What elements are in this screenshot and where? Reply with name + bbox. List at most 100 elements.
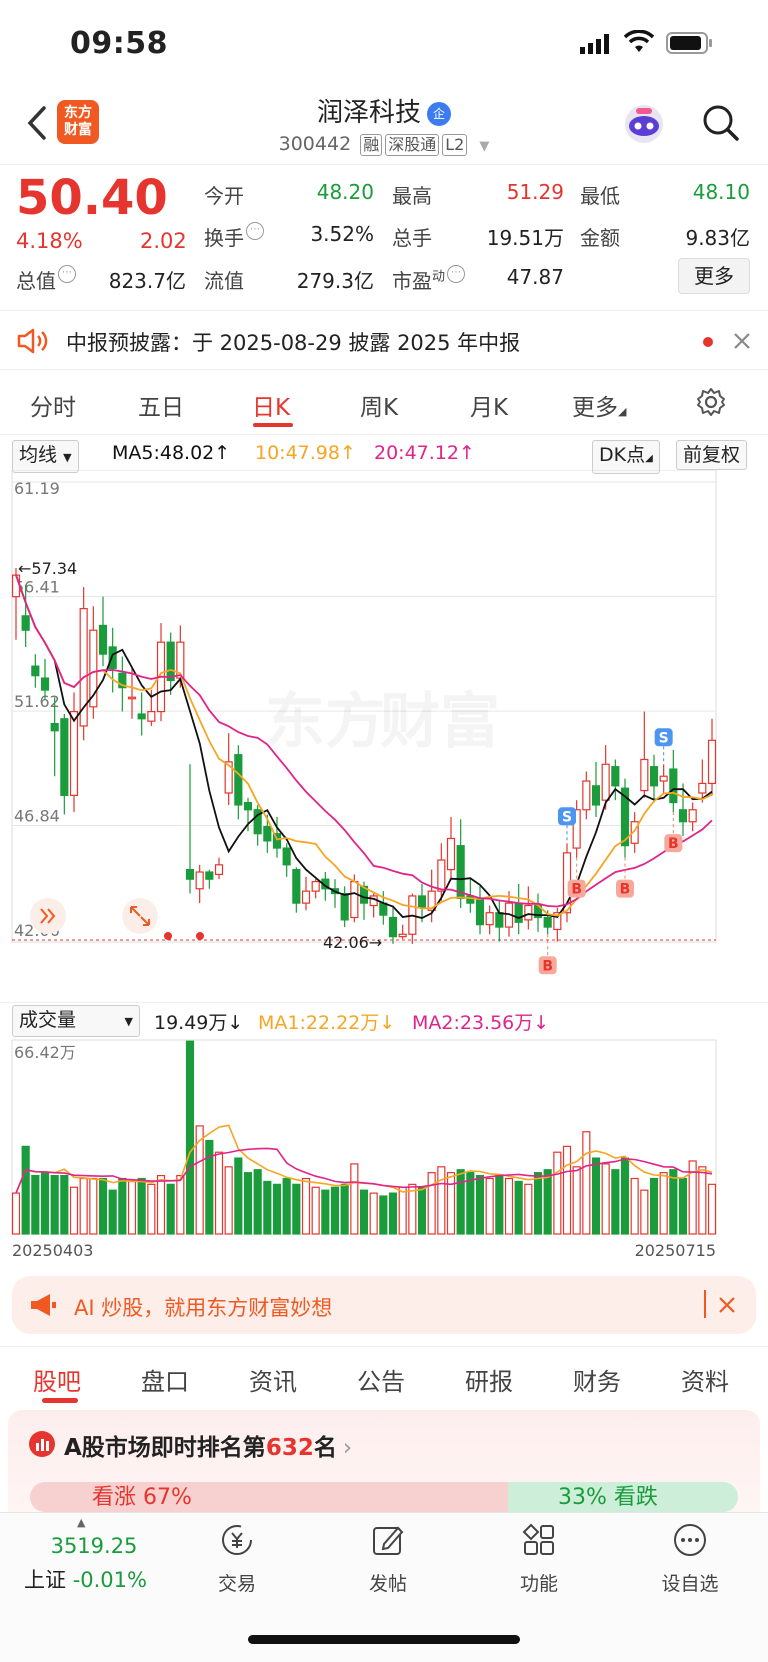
candle-body [263, 825, 272, 842]
volume-bar [224, 1166, 233, 1235]
volume-bar [582, 1131, 591, 1235]
volume-bar [707, 1183, 717, 1235]
tab-research[interactable]: 研报 [465, 1362, 513, 1397]
amount-label: 金额 [580, 226, 620, 250]
candle-body [195, 871, 204, 890]
candle-body [379, 902, 388, 916]
volume-bar [369, 1192, 378, 1235]
tab-announcement[interactable]: 公告 [357, 1362, 405, 1397]
tab-five-day[interactable]: 五日 [138, 388, 184, 422]
robot-avatar-icon[interactable] [622, 102, 666, 146]
high-value: 51.29 [506, 180, 564, 204]
candle-body [21, 615, 30, 631]
candle-body [60, 718, 69, 796]
volume-bar [185, 1040, 195, 1235]
dk-point-button[interactable]: DK点◢ [592, 440, 660, 474]
volume-bar [301, 1177, 311, 1235]
candle-body [707, 739, 717, 785]
turnover-value: 3.52% [310, 222, 374, 246]
volume-bar [466, 1172, 475, 1235]
x-start-label: 20250403 [12, 1241, 93, 1260]
volume-bar [379, 1195, 388, 1235]
more-circle-icon [674, 1524, 706, 1556]
kline-chart[interactable]: 61.1956.4151.6246.8442.06 东方 财富 ←57.3442… [0, 470, 768, 1000]
change-percent: 4.18% [16, 229, 83, 253]
tab-news[interactable]: 资讯 [249, 1362, 297, 1397]
volume-bar [21, 1145, 30, 1235]
home-indicator [248, 1635, 520, 1644]
ma-selector[interactable]: 均线 ▼ [12, 440, 79, 473]
adjust-button[interactable]: 前复权 [676, 440, 748, 470]
notice-text: 中报预披露：于 2025-08-29 披露 2025 年中报 [66, 331, 521, 355]
tab-profile[interactable]: 资料 [681, 1362, 729, 1397]
volume-bar [214, 1151, 224, 1235]
volume-bar [446, 1172, 456, 1235]
volume-bar [118, 1177, 127, 1235]
candle-body [514, 902, 523, 923]
signal-label: B [542, 958, 553, 974]
nav-functions[interactable]: 功能 [484, 1520, 594, 1596]
volume-bar [417, 1186, 427, 1235]
nav-post[interactable]: 发帖 [333, 1520, 443, 1596]
candle-body [11, 574, 21, 598]
volume-selector[interactable]: 成交量 ▼ [12, 1005, 140, 1037]
settings-gear-icon[interactable] [695, 386, 727, 418]
search-icon[interactable] [702, 104, 740, 142]
caret-up-icon: ▲ [77, 1516, 86, 1529]
change-amount: 2.02 [140, 229, 187, 253]
volume-bar [359, 1189, 369, 1235]
volume-bar [678, 1177, 688, 1235]
notice-bar[interactable]: 中报预披露：于 2025-08-29 披露 2025 年中报 [0, 310, 768, 370]
grid-functions-icon [522, 1523, 554, 1555]
sentiment-bar-down[interactable]: 33% 看跌 [508, 1482, 738, 1512]
candle-body [137, 713, 146, 720]
candle-body [601, 763, 610, 801]
nav-watchlist[interactable]: 设自选 [635, 1520, 745, 1596]
volume-bar [156, 1174, 166, 1235]
candle-body [234, 754, 243, 806]
pe-label: 市盈动 ⋯ [392, 265, 466, 294]
volume-bar [398, 1186, 407, 1235]
tab-intraday[interactable]: 分时 [30, 388, 76, 422]
low-value: 48.10 [692, 180, 750, 204]
float-cap-label: 流值 [204, 269, 244, 293]
tab-guba[interactable]: 股吧 [33, 1362, 81, 1397]
close-icon[interactable] [718, 1296, 736, 1314]
volume-bar [147, 1183, 156, 1235]
sentiment-bar-up[interactable]: 看涨 67% [30, 1482, 508, 1512]
y-tick-label: 46.84 [14, 807, 60, 826]
candle-body [591, 785, 601, 806]
close-icon[interactable] [732, 331, 752, 351]
index-widget[interactable]: 3519.25 上证 -0.01% [24, 1534, 164, 1594]
tab-pankou[interactable]: 盘口 [141, 1362, 189, 1397]
more-button[interactable]: 更多 [678, 258, 750, 294]
tab-more[interactable]: 更多◢ [572, 388, 626, 422]
candle-body [40, 677, 50, 691]
market-cap-label: 总值 ⋯ [16, 265, 76, 294]
volume-bar [195, 1125, 204, 1235]
tab-finance[interactable]: 财务 [573, 1362, 621, 1397]
ma5-value: MA5:48.02↑ [112, 442, 231, 464]
ad-text: AI 炒股，就用东方财富妙想 [74, 1296, 333, 1320]
nav-trade[interactable]: 交易 [182, 1520, 292, 1596]
volume-bar [350, 1163, 359, 1235]
candle-body [50, 722, 59, 732]
tab-daily-k[interactable]: 日K [252, 388, 290, 422]
candle-body [98, 624, 108, 655]
candle-body [205, 871, 214, 880]
volume-bar [572, 1166, 581, 1235]
tab-monthly-k[interactable]: 月K [470, 388, 508, 422]
volume-bar [620, 1157, 630, 1235]
bar-chart-icon [29, 1431, 55, 1457]
y-tick-label: 61.19 [14, 479, 60, 498]
pe-value: 47.87 [506, 265, 564, 289]
volume-bar [282, 1177, 291, 1235]
enterprise-badge-icon: 企 [427, 101, 451, 126]
tab-weekly-k[interactable]: 周K [360, 388, 398, 422]
volume-bar [50, 1174, 59, 1235]
event-dot [164, 932, 172, 940]
amount-value: 9.83亿 [685, 226, 750, 250]
volume-bar [475, 1174, 485, 1235]
volume-chart[interactable]: 66.42万 20250403 20250715 [0, 1036, 768, 1262]
volume-bar [495, 1174, 504, 1235]
